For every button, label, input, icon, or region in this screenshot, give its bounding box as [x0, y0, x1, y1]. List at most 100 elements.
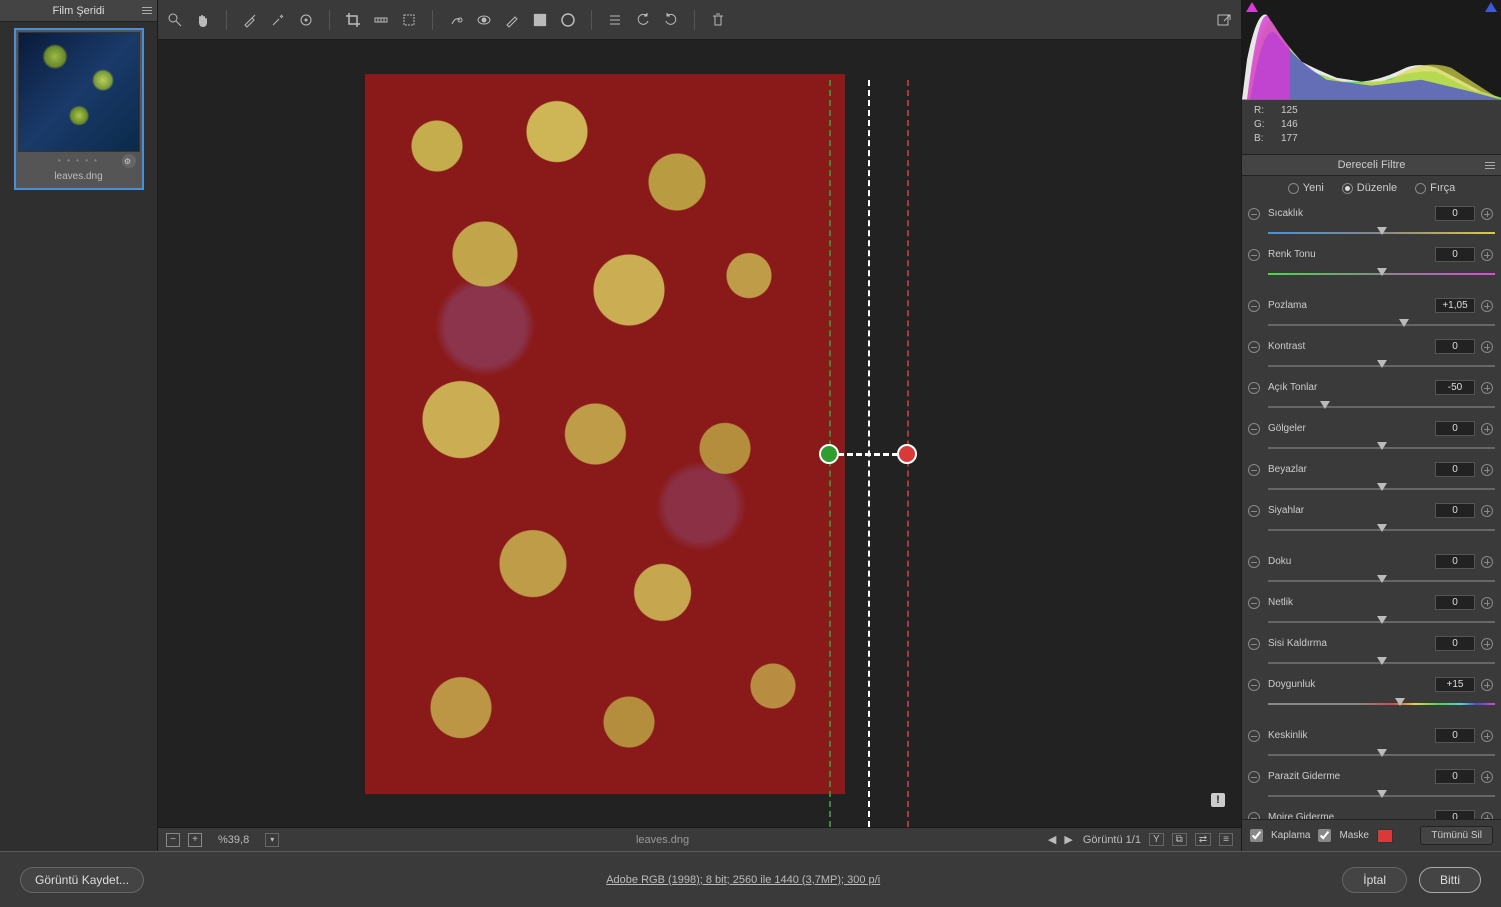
clarity-plus-button[interactable] [1481, 597, 1493, 609]
blacks-plus-button[interactable] [1481, 505, 1493, 517]
dehaze-value[interactable]: 0 [1435, 636, 1475, 651]
gradient-line-center[interactable] [868, 80, 870, 827]
image-metadata-link[interactable]: Adobe RGB (1998); 8 bit; 2560 ile 1440 (… [144, 874, 1342, 886]
noise-plus-button[interactable] [1481, 771, 1493, 783]
straighten-icon[interactable] [372, 11, 390, 29]
clarity-minus-button[interactable] [1248, 597, 1260, 609]
fit-plus-icon[interactable]: + [188, 833, 202, 847]
next-image-icon[interactable]: ▶ [1062, 833, 1074, 846]
moire-value[interactable]: 0 [1435, 810, 1475, 819]
blacks-value[interactable]: 0 [1435, 503, 1475, 518]
gradient-pin-end[interactable] [897, 444, 917, 464]
shadows-value[interactable]: 0 [1435, 421, 1475, 436]
open-image-icon[interactable] [1215, 11, 1233, 29]
rotate-ccw-icon[interactable] [634, 11, 652, 29]
highlights-slider[interactable] [1268, 403, 1495, 413]
shadows-plus-button[interactable] [1481, 423, 1493, 435]
zoom-dropdown-icon[interactable]: ▾ [265, 833, 279, 847]
tint-plus-button[interactable] [1481, 249, 1493, 261]
mask-checkbox[interactable] [1318, 829, 1331, 842]
contrast-value[interactable]: 0 [1435, 339, 1475, 354]
zoom-icon[interactable] [166, 11, 184, 29]
noise-slider[interactable] [1268, 792, 1495, 802]
texture-value[interactable]: 0 [1435, 554, 1475, 569]
tint-minus-button[interactable] [1248, 249, 1260, 261]
blacks-slider[interactable] [1268, 526, 1495, 536]
dehaze-plus-button[interactable] [1481, 638, 1493, 650]
whites-plus-button[interactable] [1481, 464, 1493, 476]
eyedropper-wb-icon[interactable] [241, 11, 259, 29]
gradient-linear-icon[interactable] [531, 11, 549, 29]
temp-value[interactable]: 0 [1435, 206, 1475, 221]
saturation-plus-button[interactable] [1481, 679, 1493, 691]
trash-icon[interactable] [709, 11, 727, 29]
gradient-radial-icon[interactable] [559, 11, 577, 29]
saturation-slider[interactable] [1268, 700, 1495, 710]
tint-value[interactable]: 0 [1435, 247, 1475, 262]
highlights-value[interactable]: -50 [1435, 380, 1475, 395]
compare-swap-icon[interactable]: ⇄ [1195, 833, 1211, 846]
prev-image-icon[interactable]: ◀ [1046, 833, 1058, 846]
blacks-minus-button[interactable] [1248, 505, 1260, 517]
canvas[interactable]: ! [158, 40, 1241, 827]
whites-slider[interactable] [1268, 485, 1495, 495]
temp-minus-button[interactable] [1248, 208, 1260, 220]
cancel-button[interactable]: İptal [1342, 867, 1407, 893]
texture-minus-button[interactable] [1248, 556, 1260, 568]
texture-plus-button[interactable] [1481, 556, 1493, 568]
exposure-slider[interactable] [1268, 321, 1495, 331]
hand-icon[interactable] [194, 11, 212, 29]
redeye-icon[interactable] [475, 11, 493, 29]
rotate-cw-icon[interactable] [662, 11, 680, 29]
overlay-checkbox[interactable] [1250, 829, 1263, 842]
mode-new[interactable]: Yeni [1288, 182, 1324, 194]
moire-minus-button[interactable] [1248, 812, 1260, 820]
mask-color-swatch[interactable] [1377, 829, 1393, 843]
highlights-minus-button[interactable] [1248, 382, 1260, 394]
shadows-minus-button[interactable] [1248, 423, 1260, 435]
presets-icon[interactable] [606, 11, 624, 29]
tint-slider[interactable] [1268, 270, 1495, 280]
dehaze-slider[interactable] [1268, 659, 1495, 669]
gradient-line-end[interactable] [907, 80, 909, 827]
sharpness-value[interactable]: 0 [1435, 728, 1475, 743]
contrast-minus-button[interactable] [1248, 341, 1260, 353]
eyedropper-sample-icon[interactable] [269, 11, 287, 29]
target-adjust-icon[interactable] [297, 11, 315, 29]
sharpness-slider[interactable] [1268, 751, 1495, 761]
done-button[interactable]: Bitti [1419, 867, 1481, 893]
clarity-value[interactable]: 0 [1435, 595, 1475, 610]
filmstrip-menu-icon[interactable] [142, 7, 152, 14]
exposure-plus-button[interactable] [1481, 300, 1493, 312]
clarity-slider[interactable] [1268, 618, 1495, 628]
sharpness-minus-button[interactable] [1248, 730, 1260, 742]
moire-plus-button[interactable] [1481, 812, 1493, 820]
whites-minus-button[interactable] [1248, 464, 1260, 476]
highlights-plus-button[interactable] [1481, 382, 1493, 394]
save-image-button[interactable]: Görüntü Kaydet... [20, 867, 144, 893]
transform-icon[interactable] [400, 11, 418, 29]
contrast-slider[interactable] [1268, 362, 1495, 372]
filmstrip-thumb[interactable]: • • • • •⚙ leaves.dng [14, 28, 144, 190]
shadows-slider[interactable] [1268, 444, 1495, 454]
temp-plus-button[interactable] [1481, 208, 1493, 220]
fit-minus-icon[interactable]: − [166, 833, 180, 847]
mode-edit[interactable]: Düzenle [1342, 182, 1397, 194]
sharpness-plus-button[interactable] [1481, 730, 1493, 742]
crop-icon[interactable] [344, 11, 362, 29]
exposure-minus-button[interactable] [1248, 300, 1260, 312]
delete-all-button[interactable]: Tümünü Sil [1420, 826, 1493, 845]
compare-split-icon[interactable]: ⧉ [1172, 833, 1187, 846]
brush-icon[interactable] [503, 11, 521, 29]
clipping-warning-icon[interactable]: ! [1211, 793, 1225, 807]
contrast-plus-button[interactable] [1481, 341, 1493, 353]
before-after-Y-icon[interactable]: Y [1149, 833, 1164, 846]
saturation-minus-button[interactable] [1248, 679, 1260, 691]
settings-sliders-icon[interactable]: ≡ [1219, 833, 1233, 846]
saturation-value[interactable]: +15 [1435, 677, 1475, 692]
panel-menu-icon[interactable] [1485, 162, 1495, 169]
noise-value[interactable]: 0 [1435, 769, 1475, 784]
exposure-value[interactable]: +1,05 [1435, 298, 1475, 313]
temp-slider[interactable] [1268, 229, 1495, 239]
dehaze-minus-button[interactable] [1248, 638, 1260, 650]
